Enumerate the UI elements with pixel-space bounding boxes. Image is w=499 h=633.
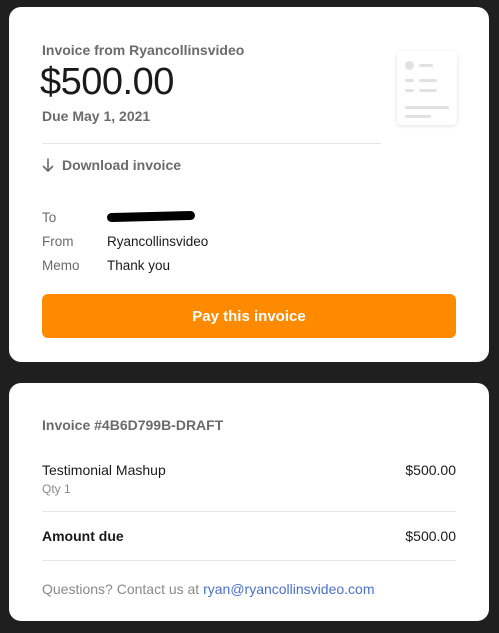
line-item-name: Testimonial Mashup xyxy=(42,462,166,478)
header-divider xyxy=(42,143,381,144)
invoice-amount: $500.00 xyxy=(40,61,174,103)
download-invoice-label: Download invoice xyxy=(62,157,182,173)
total-divider xyxy=(42,560,456,561)
invoice-number: Invoice #4B6D799B-DRAFT xyxy=(42,417,224,433)
amount-due-label: Amount due xyxy=(42,528,124,544)
line-item-amount: $500.00 xyxy=(405,462,456,478)
to-label: To xyxy=(42,209,57,225)
line-divider xyxy=(42,511,456,512)
from-value: Ryancollinsvideo xyxy=(107,233,209,249)
contact-email-link[interactable]: ryan@ryancollinsvideo.com xyxy=(203,581,374,597)
line-item-qty: Qty 1 xyxy=(42,482,71,496)
contact-prefix: Questions? Contact us at xyxy=(42,581,200,597)
memo-label: Memo xyxy=(42,257,80,273)
from-label: From xyxy=(42,233,74,249)
amount-due-value: $500.00 xyxy=(405,528,456,544)
detail-row-memo: Memo Thank you xyxy=(42,253,208,277)
download-arrow-icon xyxy=(42,158,54,172)
contact-line: Questions? Contact us at ryan@ryancollin… xyxy=(42,581,374,597)
detail-row-from: From Ryancollinsvideo xyxy=(42,229,208,253)
invoice-summary-card: Invoice #4B6D799B-DRAFT Testimonial Mash… xyxy=(9,383,489,621)
invoice-details: To From Ryancollinsvideo Memo Thank you xyxy=(42,205,208,277)
memo-value: Thank you xyxy=(107,257,171,273)
invoice-card: Invoice from Ryancollinsvideo $500.00 Du… xyxy=(9,7,489,362)
pay-invoice-button[interactable]: Pay this invoice xyxy=(42,294,456,338)
detail-row-to: To xyxy=(42,205,208,229)
download-invoice-link[interactable]: Download invoice xyxy=(42,157,181,173)
redacted-recipient xyxy=(106,210,196,222)
invoice-from: Invoice from Ryancollinsvideo xyxy=(42,42,245,58)
due-date: Due May 1, 2021 xyxy=(42,108,151,124)
invoice-document-icon xyxy=(397,51,457,125)
